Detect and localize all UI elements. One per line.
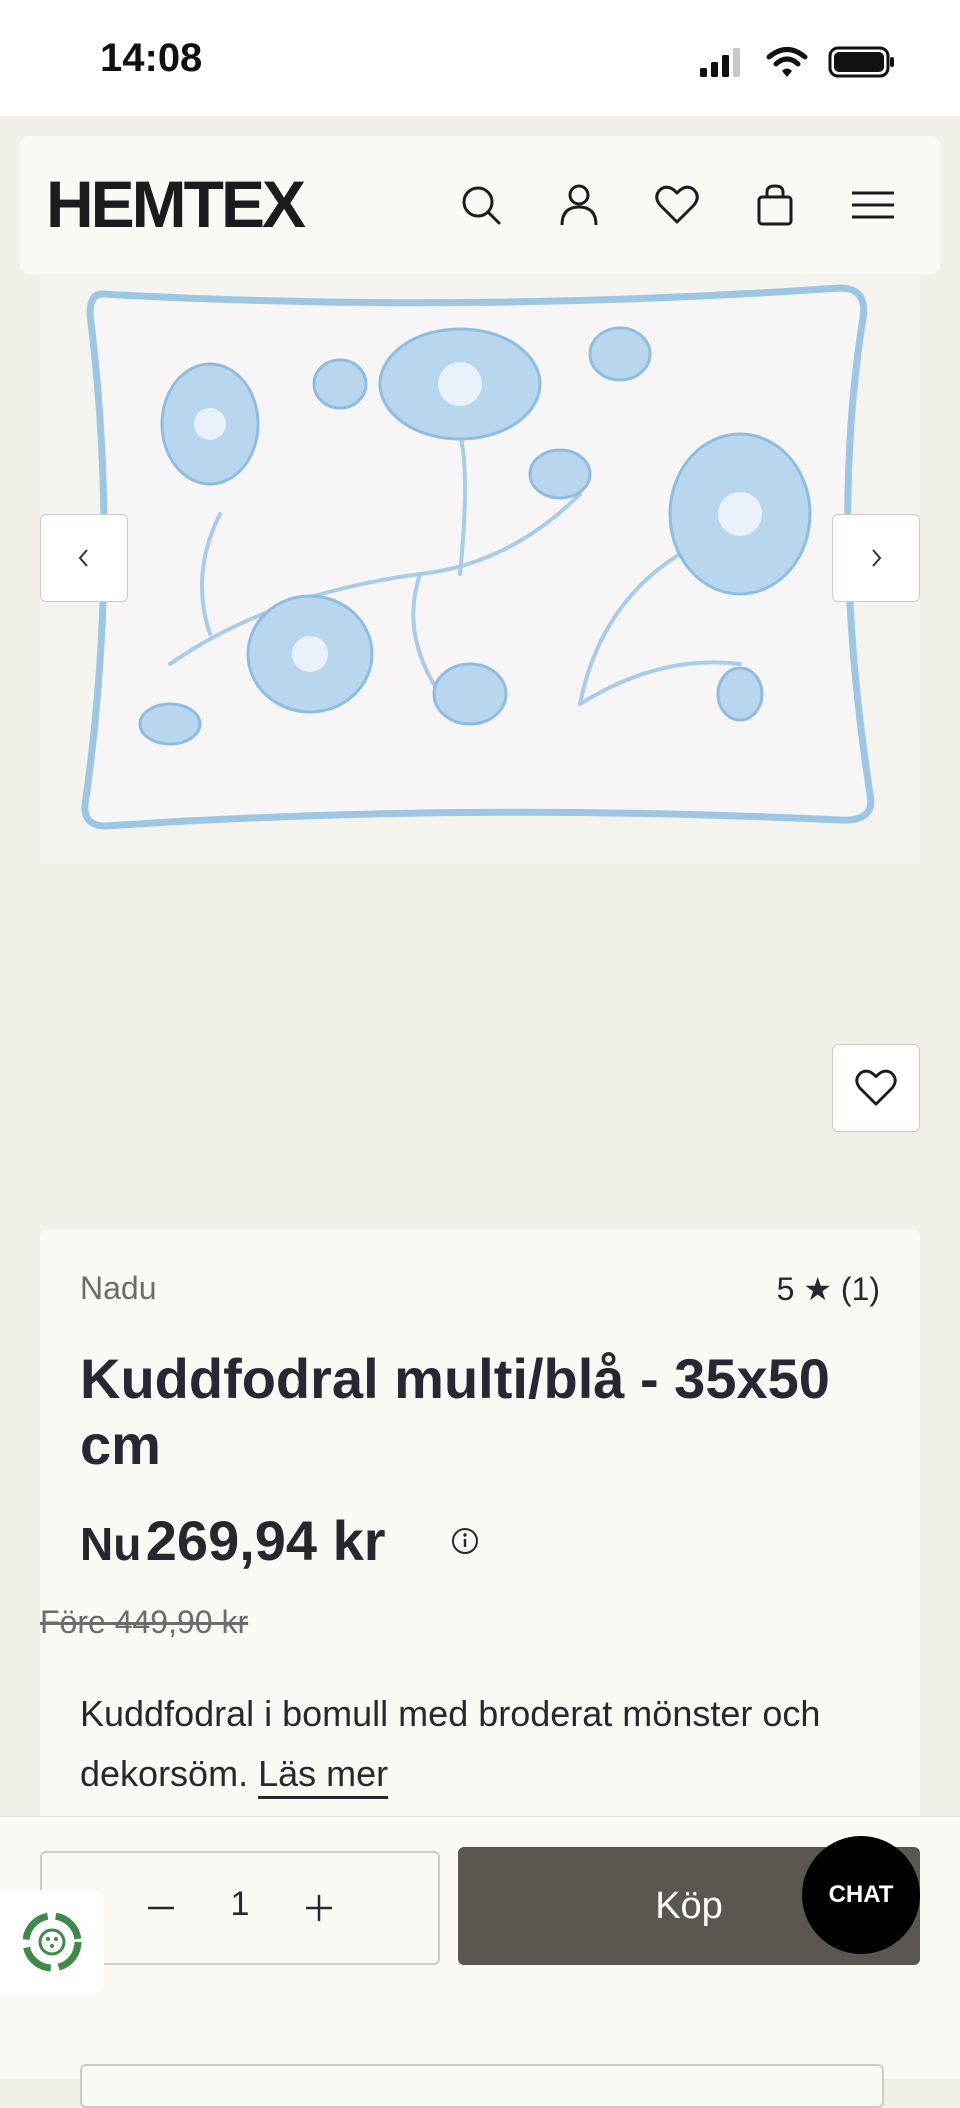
product-description: Kuddfodral i bomull med broderat mönster… — [80, 1684, 880, 1804]
search-button[interactable] — [456, 180, 506, 230]
battery-icon — [828, 46, 894, 78]
plus-icon — [306, 1895, 332, 1921]
recycle-leaf-icon — [22, 1912, 82, 1972]
hamburger-menu-icon — [852, 191, 894, 219]
account-button[interactable] — [554, 180, 604, 230]
previous-price: Före 449,90 kr — [40, 1604, 249, 1640]
menu-button[interactable] — [848, 180, 898, 230]
cellular-signal-icon — [700, 48, 740, 77]
product-rating[interactable]: 5 ★ (1) — [777, 1270, 880, 1308]
minus-icon — [148, 1906, 174, 1910]
user-icon — [560, 184, 598, 226]
status-time: 14:08 — [100, 36, 203, 80]
increase-quantity-button[interactable] — [294, 1883, 344, 1933]
product-image — [81, 284, 875, 830]
price-prefix: Nu — [80, 1518, 142, 1570]
chevron-left-icon — [78, 549, 88, 567]
add-to-wishlist-button[interactable] — [832, 1044, 920, 1132]
status-icons — [698, 44, 896, 80]
carousel-next-button[interactable] — [832, 514, 920, 602]
status-bar: 14:08 — [0, 0, 960, 116]
cart-button[interactable] — [750, 180, 800, 230]
product-image-carousel[interactable] — [40, 274, 920, 864]
heart-icon — [655, 185, 699, 224]
chat-button[interactable]: CHAT — [802, 1836, 920, 1954]
shopping-bag-icon — [757, 184, 793, 226]
read-more-link[interactable]: Läs mer — [258, 1753, 388, 1794]
option-field[interactable] — [80, 2064, 884, 2108]
product-brand[interactable]: Nadu — [80, 1270, 157, 1307]
heart-icon — [855, 1069, 897, 1106]
quantity-value[interactable]: 1 — [220, 1885, 260, 1924]
eco-badge[interactable] — [0, 1890, 104, 1994]
product-title: Kuddfodral multi/blå - 35x50 cm — [80, 1347, 830, 1476]
carousel-prev-button[interactable] — [40, 514, 128, 602]
price-amount: 269,94 kr — [145, 1509, 386, 1572]
wifi-icon — [766, 47, 808, 77]
current-price: Nu 269,94 kr — [80, 1508, 386, 1573]
wishlist-button[interactable] — [652, 180, 702, 230]
description-text: Kuddfodral i bomull med broderat mönster… — [80, 1693, 821, 1794]
decrease-quantity-button[interactable] — [136, 1883, 186, 1933]
chevron-right-icon — [872, 549, 882, 567]
hemtex-logo[interactable]: HEMTEX — [46, 166, 306, 242]
info-icon[interactable] — [450, 1526, 480, 1556]
site-header: HEMTEX — [20, 136, 940, 274]
search-icon — [462, 186, 501, 225]
